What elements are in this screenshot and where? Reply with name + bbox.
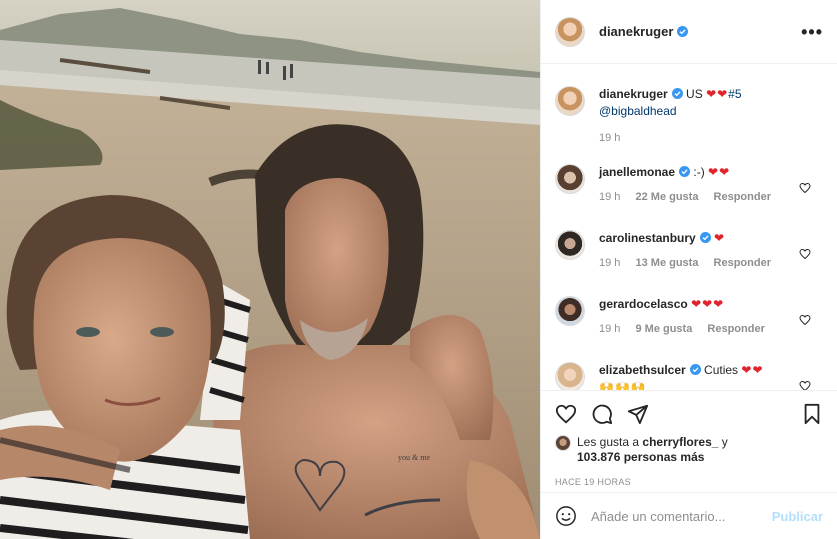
comment-item: gerardocelasco ❤❤❤ 19 h 9 Me gusta Respo… (555, 296, 823, 338)
comments-list[interactable]: dianekruger US ❤❤#5 @bigbaldhead 19 h ja… (541, 72, 837, 390)
comment-text: Cuties (704, 363, 739, 377)
verified-badge-icon (689, 364, 701, 375)
post-comment-button[interactable]: Publicar (772, 509, 823, 524)
comment-likes[interactable]: 13 Me gusta (635, 257, 698, 269)
hashtag-link[interactable]: #5 (728, 87, 741, 101)
svg-text:you & me: you & me (398, 453, 430, 462)
share-paper-plane-icon[interactable] (627, 403, 649, 425)
comment-likes[interactable]: 9 Me gusta (635, 323, 692, 335)
likes-suffix: y (721, 435, 728, 449)
comment-item: janellemonae :-) ❤❤ 19 h 22 Me gusta Res… (555, 164, 823, 206)
heart-emoji: ❤❤ (708, 165, 731, 179)
heart-emoji: ❤❤ (706, 87, 729, 101)
raised-hands-emoji: 🙌🙌🙌 (599, 380, 647, 390)
comment-avatar[interactable] (555, 164, 585, 194)
likes-count[interactable]: 103.876 personas más (577, 450, 704, 464)
author-username[interactable]: dianekruger (599, 24, 689, 39)
comment-bubble-icon[interactable] (591, 403, 613, 425)
reply-button[interactable]: Responder (714, 191, 771, 203)
verified-badge-icon (677, 26, 689, 37)
more-options-icon[interactable]: ••• (801, 23, 823, 41)
comment-time[interactable]: 19 h (599, 257, 620, 269)
comment-time[interactable]: 19 h (599, 191, 620, 203)
add-comment-bar: Añade un comentario... Publicar (541, 492, 837, 539)
comment-time[interactable]: 19 h (599, 323, 620, 335)
mention-link[interactable]: @bigbaldhead (599, 104, 677, 118)
like-comment-heart-icon[interactable] (799, 380, 811, 390)
comment-avatar[interactable] (555, 230, 585, 260)
comment-input[interactable]: Añade un comentario... (591, 509, 772, 524)
heart-emoji: ❤❤ (741, 363, 764, 377)
like-comment-heart-icon[interactable] (799, 182, 811, 194)
like-comment-heart-icon[interactable] (799, 314, 811, 326)
save-bookmark-icon[interactable] (801, 403, 823, 425)
like-comment-heart-icon[interactable] (799, 248, 811, 260)
comment-text: :-) (693, 165, 705, 179)
caption-text: US (686, 87, 703, 101)
comment-username[interactable]: janellemonae (599, 165, 675, 179)
verified-badge-icon (679, 166, 691, 177)
post-header: dianekruger ••• (541, 0, 837, 64)
caption-time[interactable]: 19 h (599, 132, 620, 144)
post-actions: Les gusta a cherryflores_ y 103.876 pers… (541, 390, 837, 487)
post-photo[interactable]: you & me (0, 0, 540, 539)
caption: dianekruger US ❤❤#5 @bigbaldhead 19 h (555, 86, 823, 147)
liker-avatar[interactable] (555, 435, 571, 451)
verified-badge-icon (671, 88, 683, 99)
emoji-smiley-icon[interactable] (555, 505, 577, 527)
caption-username[interactable]: dianekruger (599, 87, 668, 101)
likes-prefix: Les gusta a (577, 435, 640, 449)
comment-avatar[interactable] (555, 362, 585, 390)
comment-avatar[interactable] (555, 296, 585, 326)
beach-selfie-image: you & me (0, 0, 540, 539)
comment-username[interactable]: gerardocelasco (599, 297, 688, 311)
comment-username[interactable]: elizabethsulcer (599, 363, 686, 377)
comment-likes[interactable]: 22 Me gusta (635, 191, 698, 203)
heart-emoji: ❤ (714, 231, 726, 245)
likes-summary[interactable]: Les gusta a cherryflores_ y 103.876 pers… (555, 435, 823, 465)
caption-avatar[interactable] (555, 86, 585, 116)
post-timestamp[interactable]: HACE 19 HORAS (555, 477, 823, 487)
reply-button[interactable]: Responder (707, 323, 764, 335)
comment-username[interactable]: carolinestanbury (599, 231, 696, 245)
heart-emoji: ❤❤❤ (691, 297, 725, 311)
verified-badge-icon (699, 232, 711, 243)
reply-button[interactable]: Responder (714, 257, 771, 269)
liker-username[interactable]: cherryflores_ (642, 435, 718, 449)
comment-item: carolinestanbury ❤ 19 h 13 Me gusta Resp… (555, 230, 823, 272)
post-side-panel: dianekruger ••• dianekruger US ❤❤#5 @big… (540, 0, 837, 539)
comment-item: elizabethsulcer Cuties ❤❤ 🙌🙌🙌 (555, 362, 823, 390)
like-heart-icon[interactable] (555, 403, 577, 425)
author-avatar[interactable] (555, 16, 585, 47)
